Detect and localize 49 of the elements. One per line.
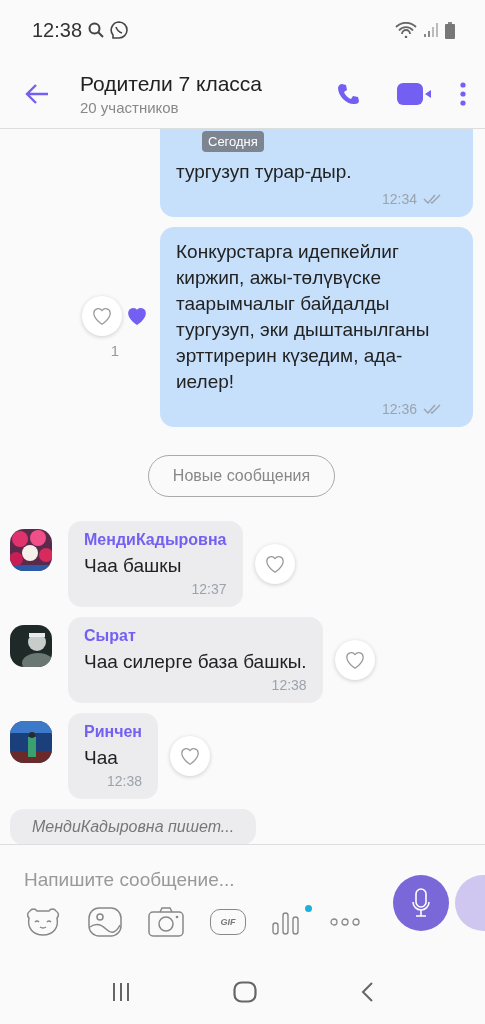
search-icon	[88, 22, 105, 38]
home-button[interactable]	[233, 981, 258, 1003]
back-nav-button[interactable]	[359, 981, 374, 1003]
heart-icon	[126, 305, 148, 326]
double-check-icon	[423, 194, 443, 204]
message-time: 12:36	[381, 401, 417, 417]
chat-title: Родители 7 класса	[80, 72, 263, 96]
message-text: Конкурстарга идепкейлиг киржип, ажы-төлүвүске таарымчалыг байдалды тургузуп, эки дыштанылганы эрттирерин күзедим, ада-иелер!	[176, 240, 431, 394]
message-text: Чаа башкы	[84, 554, 183, 578]
message-text: Чаа	[84, 746, 119, 770]
message-time: 12:34	[381, 191, 417, 207]
back-button[interactable]	[24, 83, 50, 105]
message-text: Чаа силерге база башкы.	[84, 650, 307, 674]
participant-count: 20 участников	[80, 99, 180, 116]
gif-button[interactable]: GIF	[210, 908, 246, 935]
gallery-button[interactable]	[88, 906, 122, 937]
phone-bubble-icon	[110, 21, 129, 39]
like-button[interactable]	[254, 544, 295, 584]
sticker-button[interactable]	[24, 906, 62, 937]
signal-icon	[423, 22, 439, 38]
video-call-button[interactable]	[397, 83, 433, 105]
microphone-icon	[411, 887, 431, 918]
typing-indicator: МендиКадыровна пишет...	[10, 809, 257, 844]
message-text: тургузуп турар-дыр.	[176, 160, 353, 184]
message-time: 12:38	[107, 773, 143, 789]
message-time: 12:37	[191, 581, 227, 597]
like-button[interactable]	[82, 295, 122, 336]
camera-button[interactable]	[148, 906, 184, 937]
heart-icon	[263, 554, 286, 574]
wifi-icon	[395, 22, 417, 38]
double-check-icon	[423, 404, 443, 414]
like-button[interactable]	[334, 640, 375, 680]
battery-icon	[445, 21, 455, 39]
sender-name: Ринчен	[84, 723, 143, 741]
heart-icon	[91, 305, 113, 326]
heart-icon	[179, 746, 202, 766]
message-input[interactable]: Напишите сообщение...	[24, 868, 393, 891]
more-button[interactable]	[330, 917, 360, 926]
recent-apps-button[interactable]	[111, 982, 132, 1002]
date-chip: Сегодня	[202, 131, 264, 152]
status-time: 12:38	[32, 18, 83, 42]
message-time: 12:38	[271, 677, 307, 693]
sender-name: Сырат	[84, 627, 137, 645]
more-menu-button[interactable]	[459, 82, 467, 106]
sender-name: МендиКадыровна	[84, 531, 227, 549]
heart-icon	[343, 650, 366, 670]
reaction-count: 1	[110, 341, 120, 359]
call-button[interactable]	[337, 82, 361, 106]
like-button[interactable]	[170, 736, 211, 776]
